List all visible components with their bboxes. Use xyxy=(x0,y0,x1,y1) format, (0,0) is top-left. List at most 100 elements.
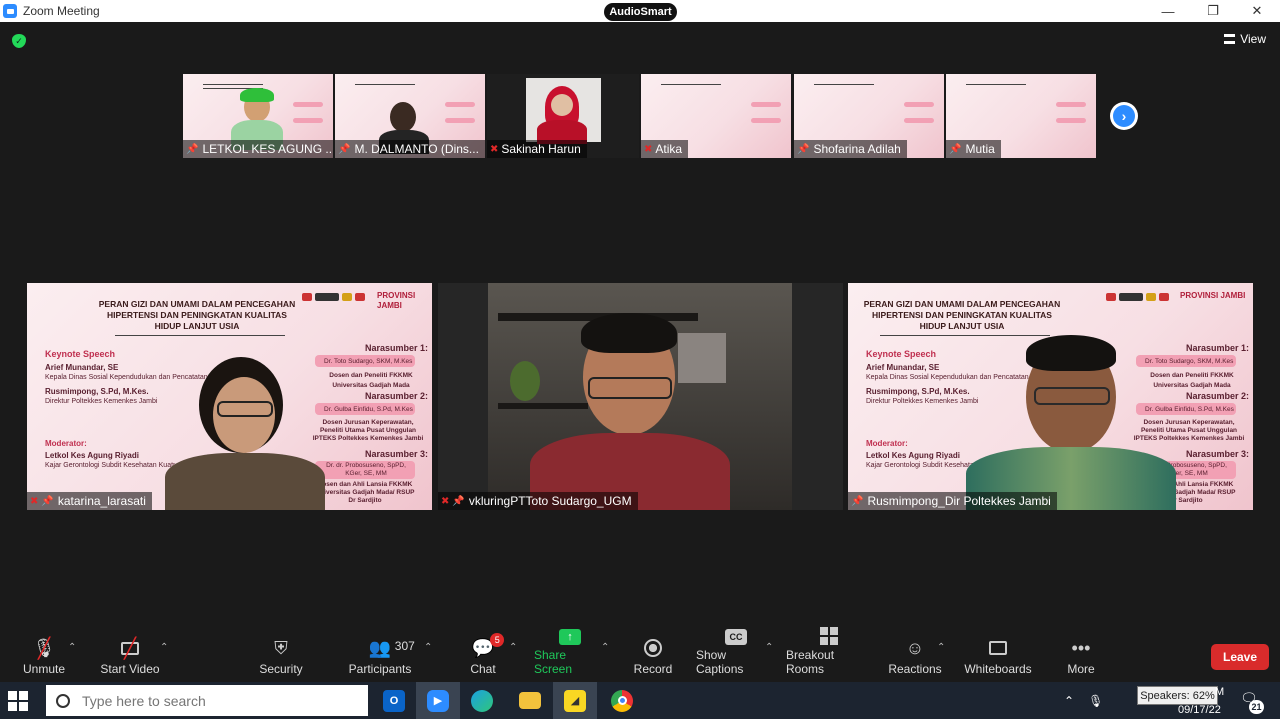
audiosmart-badge[interactable]: AudioSmart xyxy=(604,3,677,21)
participants-button[interactable]: 👥 307 Participants xyxy=(346,632,415,682)
chat-options-caret[interactable]: ⌃ xyxy=(509,642,517,653)
taskbar-clock-date[interactable]: 09/17/22 xyxy=(1178,704,1221,716)
restore-button[interactable]: ❐ xyxy=(1190,0,1236,22)
system-tray: ⌃ 🎙 xyxy=(1064,682,1111,719)
chat-button[interactable]: 💬 5 Chat xyxy=(462,632,505,682)
more-dots-icon: ••• xyxy=(1071,637,1091,658)
pin-icon: 📌 xyxy=(186,143,199,155)
taskbar-sticky-notes[interactable]: ◢ xyxy=(553,682,597,719)
unmute-button[interactable]: 🎙 ╱ Unmute xyxy=(16,632,72,682)
share-options-caret[interactable]: ⌃ xyxy=(601,642,609,653)
chevron-right-icon: › xyxy=(1121,108,1127,124)
close-button[interactable]: ✕ xyxy=(1234,0,1280,22)
audio-options-caret[interactable]: ⌃ xyxy=(68,642,76,653)
meeting-toolbar: 🎙 ╱ Unmute ⌃ ╱ Start Video ⌃ ⛨ Security 👥… xyxy=(0,627,1280,682)
slide-title-line: HIDUP LANJUT USIA xyxy=(919,321,1005,331)
participant-tile[interactable]: ✖ Atika xyxy=(641,74,791,158)
participant-nameplate: 📌 Mutia xyxy=(946,140,1001,158)
pin-icon: 📌 xyxy=(452,495,465,507)
meeting-area: View 📌LETKOL KES AGUNG ... 📌M. DALMANTO … xyxy=(0,22,1280,632)
chat-icon: 💬 5 xyxy=(472,633,505,659)
whiteboards-button[interactable]: Whiteboards xyxy=(964,632,1032,682)
view-button[interactable]: View xyxy=(1224,32,1266,46)
encryption-shield-icon[interactable] xyxy=(12,34,26,48)
show-captions-button[interactable]: CC Show Captions xyxy=(696,629,776,682)
slide-title-line: HIDUP LANJUT USIA xyxy=(154,321,240,331)
participant-tile[interactable]: 📌 LETKOL KES AGUNG ... xyxy=(183,74,333,158)
keynote-heading: Keynote Speech xyxy=(866,349,937,359)
windows-start-icon[interactable] xyxy=(8,691,28,711)
participants-options-caret[interactable]: ⌃ xyxy=(424,642,432,653)
participants-count: 307 xyxy=(394,639,415,653)
search-icon xyxy=(56,693,70,708)
breakout-rooms-icon xyxy=(820,627,838,645)
slide-title-line: HIPERTENSI DAN PENINGKATAN KUALITAS xyxy=(872,310,1052,320)
captions-icon: CC xyxy=(725,629,747,645)
zoom-logo-icon xyxy=(3,4,17,18)
participant-nameplate: ✖ Sakinah Harun xyxy=(487,140,587,158)
chrome-icon xyxy=(611,689,633,712)
grid-view-icon xyxy=(1224,34,1236,44)
sponsor-logos xyxy=(1106,293,1169,301)
folder-icon xyxy=(519,692,541,709)
taskbar-zoom[interactable]: ▶ xyxy=(416,682,460,719)
mic-muted-icon: ✖ xyxy=(441,495,450,507)
chat-unread-badge: 5 xyxy=(490,633,505,647)
slide-title-line: HIPERTENSI DAN PENINGKATAN KUALITAS xyxy=(107,310,287,320)
taskbar-chrome[interactable] xyxy=(600,682,644,719)
record-button[interactable]: Record xyxy=(630,632,676,682)
participant-tile[interactable]: ✖ 📌 vkluringPTToto Sudargo_UGM xyxy=(438,283,843,510)
breakout-rooms-button[interactable]: Breakout Rooms xyxy=(786,627,872,682)
pin-icon: 📌 xyxy=(851,495,864,507)
pin-icon: 📌 xyxy=(797,143,810,155)
participant-tile[interactable]: ✖ Sakinah Harun xyxy=(487,74,639,158)
sticky-notes-icon: ◢ xyxy=(564,689,586,712)
reactions-button[interactable]: ☺ Reactions xyxy=(888,632,942,682)
brand-text: PROVINSI JAMBI xyxy=(1180,291,1246,300)
notification-count-badge: 21 xyxy=(1249,700,1264,714)
window-title: Zoom Meeting xyxy=(23,4,100,18)
taskbar-file-explorer[interactable] xyxy=(508,682,552,719)
clock-time-fragment: M xyxy=(1215,686,1225,698)
pin-icon: 📌 xyxy=(338,143,351,155)
video-options-caret[interactable]: ⌃ xyxy=(160,642,168,653)
start-video-button[interactable]: ╱ Start Video xyxy=(96,632,164,682)
participant-tile[interactable]: 📌 M. DALMANTO (Dins... xyxy=(335,74,485,158)
security-button[interactable]: ⛨ Security xyxy=(252,632,310,682)
taskbar-search[interactable] xyxy=(46,685,368,716)
taskbar-edge[interactable] xyxy=(460,682,504,719)
slide-title-line: PERAN GIZI DAN UMAMI DALAM PENCEGAHAN xyxy=(863,299,1061,309)
edge-icon xyxy=(471,689,493,712)
volume-tooltip: Speakers: 62% xyxy=(1137,686,1218,705)
reactions-options-caret[interactable]: ⌃ xyxy=(937,642,945,653)
slide-title-line: PERAN GIZI DAN UMAMI DALAM PENCEGAHAN xyxy=(98,299,296,309)
tray-expand-icon[interactable]: ⌃ xyxy=(1064,694,1074,708)
zoom-app-icon: ▶ xyxy=(427,689,449,712)
participant-tile[interactable]: 📌 Mutia xyxy=(946,74,1096,158)
pin-icon: 📌 xyxy=(41,495,54,507)
participant-nameplate: 📌 LETKOL KES AGUNG ... xyxy=(183,140,333,158)
outlook-icon: O xyxy=(383,689,405,712)
participant-tile[interactable]: PERAN GIZI DAN UMAMI DALAM PENCEGAHAN HI… xyxy=(848,283,1253,510)
participant-tile[interactable]: PERAN GIZI DAN UMAMI DALAM PENCEGAHAN HI… xyxy=(27,283,432,510)
more-button[interactable]: ••• More xyxy=(1062,632,1100,682)
participant-tile[interactable]: 📌 Shofarina Adilah xyxy=(794,74,944,158)
participants-icon: 👥 307 xyxy=(368,637,415,658)
share-screen-icon: ↑ xyxy=(559,629,581,645)
microphone-tray-icon[interactable]: 🎙 xyxy=(1088,694,1103,708)
leave-button[interactable]: Leave xyxy=(1211,644,1269,670)
next-page-button[interactable]: › xyxy=(1110,102,1138,130)
minimize-button[interactable]: — xyxy=(1145,0,1191,22)
captions-options-caret[interactable]: ⌃ xyxy=(765,642,773,653)
participant-nameplate: 📌 Shofarina Adilah xyxy=(794,140,907,158)
view-label: View xyxy=(1240,32,1266,46)
taskbar-outlook[interactable]: O xyxy=(372,682,416,719)
whiteboard-icon xyxy=(989,637,1007,659)
record-icon xyxy=(644,637,662,659)
share-screen-button[interactable]: ↑ Share Screen xyxy=(534,629,606,682)
shield-icon: ⛨ xyxy=(274,637,288,658)
pin-icon: 📌 xyxy=(949,143,962,155)
taskbar-search-input[interactable] xyxy=(82,692,332,709)
participant-nameplate: ✖ 📌 vkluringPTToto Sudargo_UGM xyxy=(438,492,638,510)
participant-nameplate: 📌 Rusmimpong_Dir Poltekkes Jambi xyxy=(848,492,1057,510)
